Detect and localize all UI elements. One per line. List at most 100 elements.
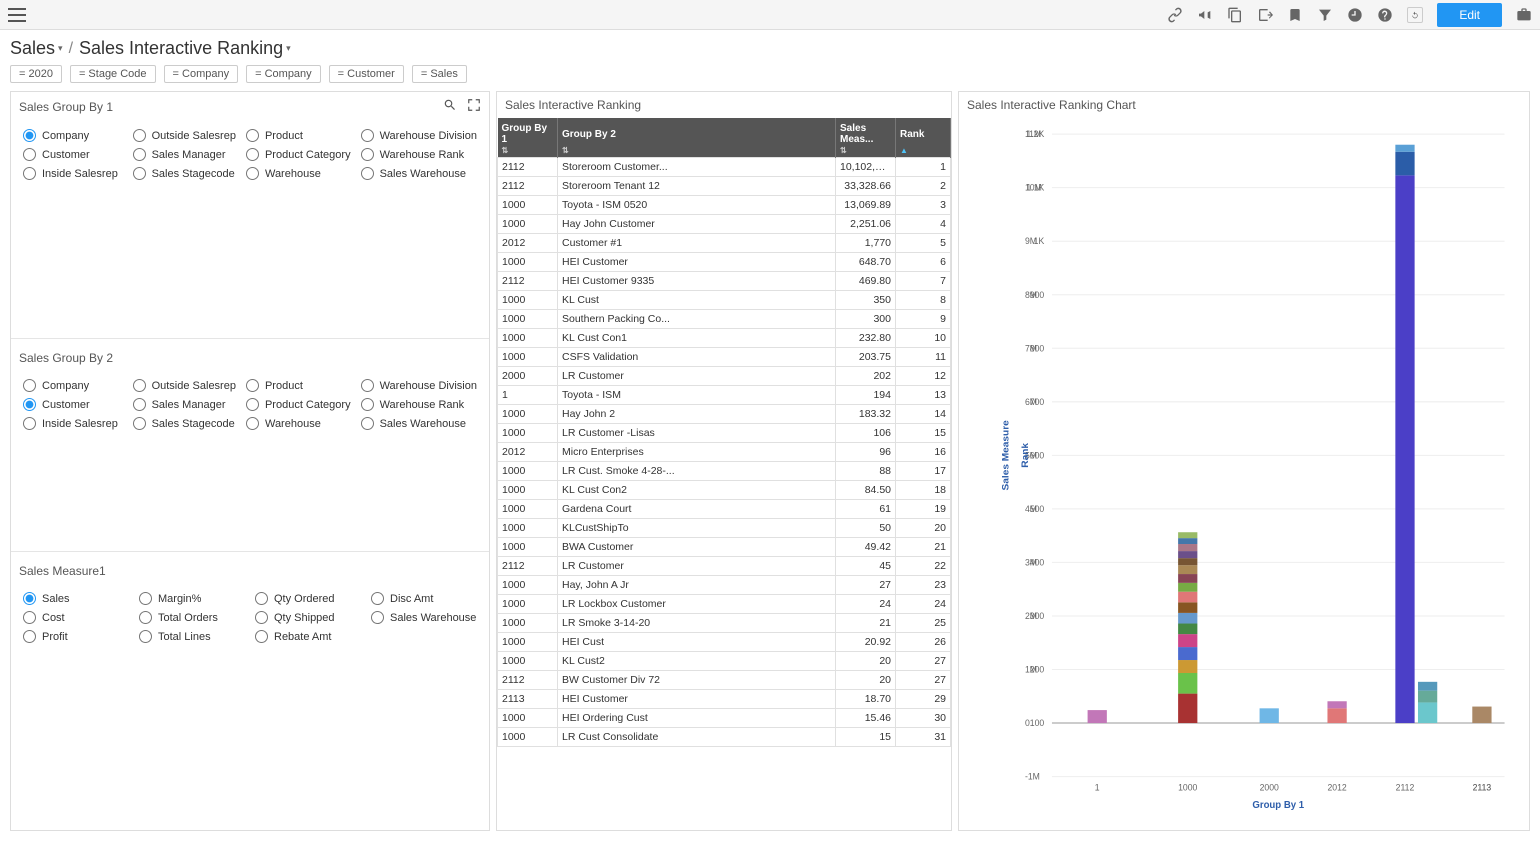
- chart-bar-segment[interactable]: [1178, 583, 1197, 592]
- radio-option[interactable]: Sales Manager: [133, 148, 236, 161]
- table-row[interactable]: 1000BWA Customer49.4221: [498, 538, 951, 557]
- chart-bar-segment[interactable]: [1395, 145, 1414, 152]
- table-row[interactable]: 1000LR Cust Consolidate1531: [498, 728, 951, 747]
- refresh-icon[interactable]: [1407, 7, 1423, 23]
- column-header[interactable]: Sales Meas...⇅: [836, 118, 896, 158]
- search-icon[interactable]: [443, 98, 457, 115]
- chart-bar-segment[interactable]: [1178, 532, 1197, 538]
- export-icon[interactable]: [1257, 7, 1273, 23]
- table-row[interactable]: 2113HEI Customer18.7029: [498, 690, 951, 709]
- filter-pill[interactable]: = Company: [164, 65, 239, 83]
- chart-bar-segment[interactable]: [1178, 694, 1197, 723]
- table-row[interactable]: 1000LR Cust. Smoke 4-28-...8817: [498, 462, 951, 481]
- table-row[interactable]: 1000Hay John Customer2,251.064: [498, 215, 951, 234]
- radio-option[interactable]: Warehouse Rank: [361, 148, 477, 161]
- chart-bar-segment[interactable]: [1395, 175, 1414, 723]
- column-header[interactable]: Group By 1⇅: [498, 118, 558, 158]
- column-header[interactable]: Group By 2⇅: [558, 118, 836, 158]
- radio-input[interactable]: [23, 611, 36, 624]
- radio-option[interactable]: Product Category: [246, 148, 351, 161]
- chart-bar-segment[interactable]: [1178, 574, 1197, 583]
- copy-icon[interactable]: [1227, 7, 1243, 23]
- clock-icon[interactable]: [1347, 7, 1363, 23]
- radio-option[interactable]: Product Category: [246, 398, 351, 411]
- radio-option[interactable]: Outside Salesrep: [133, 129, 236, 142]
- table-row[interactable]: 1000HEI Ordering Cust15.4630: [498, 709, 951, 728]
- chart-bar-segment[interactable]: [1178, 551, 1197, 558]
- table-row[interactable]: 1000Southern Packing Co...3009: [498, 310, 951, 329]
- table-row[interactable]: 2000LR Customer20212: [498, 367, 951, 386]
- bookmark-icon[interactable]: [1287, 7, 1303, 23]
- radio-option[interactable]: Warehouse: [246, 167, 351, 180]
- table-row[interactable]: 1000KL Cust3508: [498, 291, 951, 310]
- radio-option[interactable]: Rebate Amt: [255, 630, 361, 643]
- table-row[interactable]: 2012Customer #11,7705: [498, 234, 951, 253]
- chart-bar-segment[interactable]: [1178, 647, 1197, 660]
- chart-bar-segment[interactable]: [1418, 702, 1437, 723]
- chart-bar-segment[interactable]: [1178, 565, 1197, 574]
- table-row[interactable]: 1000HEI Cust20.9226: [498, 633, 951, 652]
- radio-input[interactable]: [361, 148, 374, 161]
- radio-input[interactable]: [361, 167, 374, 180]
- edit-button[interactable]: Edit: [1437, 3, 1502, 27]
- radio-input[interactable]: [371, 592, 384, 605]
- chart-bar-segment[interactable]: [1178, 602, 1197, 613]
- radio-option[interactable]: Warehouse Division: [361, 129, 477, 142]
- chart-area[interactable]: -1M01M2M3M4M5M6M7M8M9M10M11M100200300400…: [959, 118, 1529, 830]
- radio-input[interactable]: [361, 379, 374, 392]
- radio-input[interactable]: [23, 417, 36, 430]
- table-row[interactable]: 1000HEI Customer648.706: [498, 253, 951, 272]
- table-row[interactable]: 2012Micro Enterprises9616: [498, 443, 951, 462]
- radio-input[interactable]: [139, 592, 152, 605]
- radio-input[interactable]: [246, 167, 259, 180]
- chart-bar-segment[interactable]: [1260, 708, 1279, 723]
- radio-input[interactable]: [23, 167, 36, 180]
- radio-input[interactable]: [23, 592, 36, 605]
- radio-input[interactable]: [255, 592, 268, 605]
- radio-input[interactable]: [255, 611, 268, 624]
- table-scroll[interactable]: Group By 1⇅Group By 2⇅Sales Meas...⇅Rank…: [497, 118, 951, 830]
- chart-bar-segment[interactable]: [1178, 624, 1197, 635]
- expand-icon[interactable]: [467, 98, 481, 115]
- table-row[interactable]: 1000KL Cust22027: [498, 652, 951, 671]
- radio-input[interactable]: [371, 611, 384, 624]
- chart-bar-segment[interactable]: [1178, 613, 1197, 624]
- radio-option[interactable]: Product: [246, 129, 351, 142]
- radio-input[interactable]: [133, 398, 146, 411]
- chart-bar-segment[interactable]: [1088, 710, 1107, 723]
- chart-bar-segment[interactable]: [1178, 660, 1197, 673]
- radio-option[interactable]: Customer: [23, 398, 123, 411]
- radio-input[interactable]: [139, 630, 152, 643]
- radio-option[interactable]: Qty Shipped: [255, 611, 361, 624]
- table-row[interactable]: 2112HEI Customer 9335469.807: [498, 272, 951, 291]
- table-row[interactable]: 1000Toyota - ISM 052013,069.893: [498, 196, 951, 215]
- table-row[interactable]: 2112BW Customer Div 722027: [498, 671, 951, 690]
- radio-option[interactable]: Cost: [23, 611, 129, 624]
- filter-pill[interactable]: = 2020: [10, 65, 62, 83]
- chart-bar-segment[interactable]: [1178, 544, 1197, 551]
- breadcrumb-page[interactable]: Sales Interactive Ranking▾: [79, 38, 291, 59]
- radio-input[interactable]: [246, 417, 259, 430]
- filter-pill[interactable]: = Stage Code: [70, 65, 156, 83]
- radio-input[interactable]: [246, 129, 259, 142]
- table-row[interactable]: 1000KLCustShipTo5020: [498, 519, 951, 538]
- radio-input[interactable]: [23, 129, 36, 142]
- radio-input[interactable]: [133, 417, 146, 430]
- chart-bar-segment[interactable]: [1178, 673, 1197, 694]
- radio-input[interactable]: [246, 398, 259, 411]
- radio-option[interactable]: Customer: [23, 148, 123, 161]
- filter-pill[interactable]: = Sales: [412, 65, 467, 83]
- chart-bar-segment[interactable]: [1178, 592, 1197, 603]
- chart-bar-segment[interactable]: [1472, 707, 1491, 723]
- chart-bar-segment[interactable]: [1178, 538, 1197, 544]
- radio-option[interactable]: Sales Warehouse: [361, 417, 477, 430]
- table-row[interactable]: 1000KL Cust Con284.5018: [498, 481, 951, 500]
- radio-option[interactable]: Disc Amt: [371, 592, 477, 605]
- radio-option[interactable]: Product: [246, 379, 351, 392]
- radio-option[interactable]: Warehouse: [246, 417, 351, 430]
- filter-icon[interactable]: [1317, 7, 1333, 23]
- chart-bar-segment[interactable]: [1418, 682, 1437, 691]
- radio-option[interactable]: Warehouse Rank: [361, 398, 477, 411]
- radio-option[interactable]: Sales Stagecode: [133, 417, 236, 430]
- radio-option[interactable]: Inside Salesrep: [23, 167, 123, 180]
